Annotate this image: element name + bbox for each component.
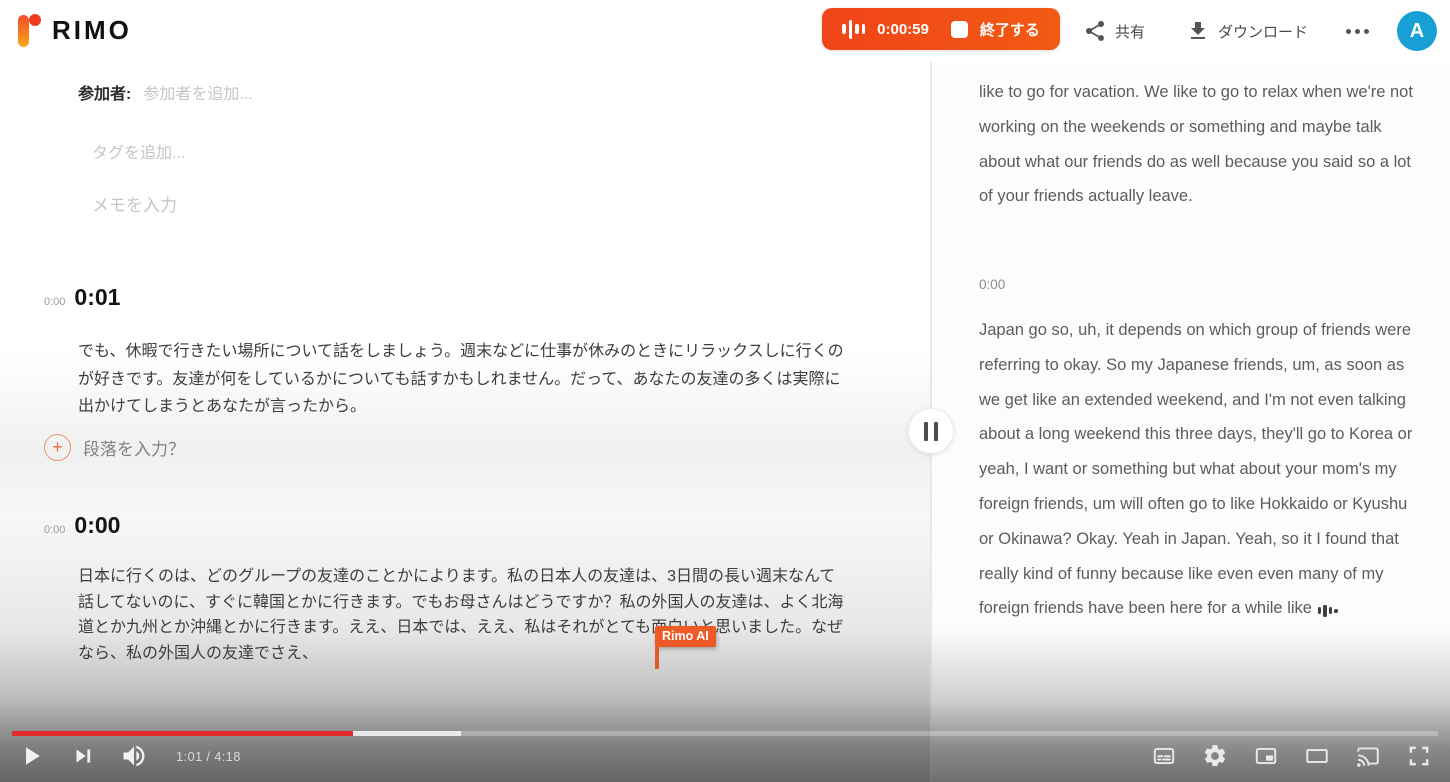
- timestamp-mini: 0:00: [44, 524, 65, 536]
- timestamp-block-2[interactable]: 0:00 0:00: [44, 512, 120, 539]
- rimo-logo-icon: [16, 11, 42, 49]
- split-drag-handle[interactable]: [908, 408, 954, 454]
- miniplayer-icon: [1253, 743, 1279, 769]
- add-paragraph-label: 段落を入力？: [83, 435, 185, 460]
- miniplayer-button[interactable]: [1253, 743, 1279, 769]
- fullscreen-button[interactable]: [1406, 743, 1432, 769]
- download-icon: [1186, 19, 1210, 43]
- japanese-paragraph-1[interactable]: でも、休暇で行きたい場所について話をしましょう。週末などに仕事が休みのときにリラ…: [78, 338, 850, 421]
- cast-icon: [1355, 743, 1381, 769]
- settings-icon: [1202, 743, 1228, 769]
- download-button[interactable]: ダウンロード: [1186, 0, 1308, 62]
- waveform-icon: [842, 20, 865, 39]
- memo-input[interactable]: メモを入力: [92, 191, 177, 216]
- next-button[interactable]: [70, 743, 96, 769]
- cast-button[interactable]: [1355, 743, 1381, 769]
- more-icon: [1346, 29, 1351, 34]
- pause-handle-icon: [924, 422, 928, 441]
- share-label: 共有: [1115, 21, 1145, 42]
- recording-elapsed-time: 0:00:59: [877, 21, 929, 38]
- add-paragraph-button[interactable]: + 段落を入力？: [44, 434, 185, 461]
- user-avatar[interactable]: A: [1397, 11, 1437, 51]
- rimo-logo-text: RIMO: [52, 15, 132, 46]
- theater-icon: [1304, 743, 1330, 769]
- player-controls-right: [1151, 737, 1432, 775]
- share-button[interactable]: 共有: [1083, 0, 1145, 62]
- timestamp-large: 0:00: [74, 512, 120, 539]
- player-controls-left: 1:01 / 4:18: [16, 737, 241, 775]
- play-button[interactable]: [16, 741, 46, 771]
- seek-bar[interactable]: [12, 731, 1438, 736]
- live-waveform-icon: [1318, 605, 1338, 617]
- settings-button[interactable]: [1202, 743, 1228, 769]
- more-options-button[interactable]: [1346, 0, 1369, 62]
- timestamp-large: 0:01: [74, 284, 120, 311]
- recording-pill[interactable]: 0:00:59 終了する: [822, 8, 1060, 50]
- video-player-overlay: 1:01 / 4:18: [0, 632, 1450, 782]
- rimo-logo[interactable]: RIMO: [16, 11, 132, 49]
- end-recording-button[interactable]: 終了する: [980, 19, 1040, 40]
- rimo-app-window: RIMO 0:00:59 終了する 共有 ダウンロード A 参加者: [0, 0, 1450, 782]
- tags-input[interactable]: タグを追加...: [92, 139, 185, 163]
- english-timestamp[interactable]: 0:00: [979, 277, 1005, 292]
- timestamp-mini: 0:00: [44, 296, 65, 308]
- next-icon: [70, 743, 96, 769]
- play-icon: [16, 741, 46, 771]
- fullscreen-icon: [1406, 743, 1432, 769]
- english-paragraph-intro[interactable]: like to go for vacation. We like to go t…: [979, 75, 1413, 214]
- download-label: ダウンロード: [1218, 21, 1308, 42]
- timestamp-block-1[interactable]: 0:00 0:01: [44, 284, 120, 311]
- seek-played: [12, 731, 353, 736]
- theater-button[interactable]: [1304, 743, 1330, 769]
- english-paragraph-text: Japan go so, uh, it depends on which gro…: [979, 321, 1412, 617]
- captions-button[interactable]: [1151, 743, 1177, 769]
- english-paragraph-main[interactable]: Japan go so, uh, it depends on which gro…: [979, 313, 1413, 626]
- participants-label: 参加者:: [78, 80, 131, 104]
- volume-icon: [120, 742, 148, 770]
- header: RIMO 0:00:59 終了する 共有 ダウンロード A: [0, 0, 1450, 62]
- stop-icon[interactable]: [951, 21, 968, 38]
- volume-button[interactable]: [120, 742, 148, 770]
- participants-input[interactable]: 参加者を追加...: [143, 80, 252, 104]
- participants-row: 参加者: 参加者を追加...: [78, 80, 253, 104]
- time-display: 1:01 / 4:18: [176, 749, 241, 764]
- plus-icon: +: [44, 434, 71, 461]
- captions-icon: [1151, 743, 1177, 769]
- share-icon: [1083, 19, 1107, 43]
